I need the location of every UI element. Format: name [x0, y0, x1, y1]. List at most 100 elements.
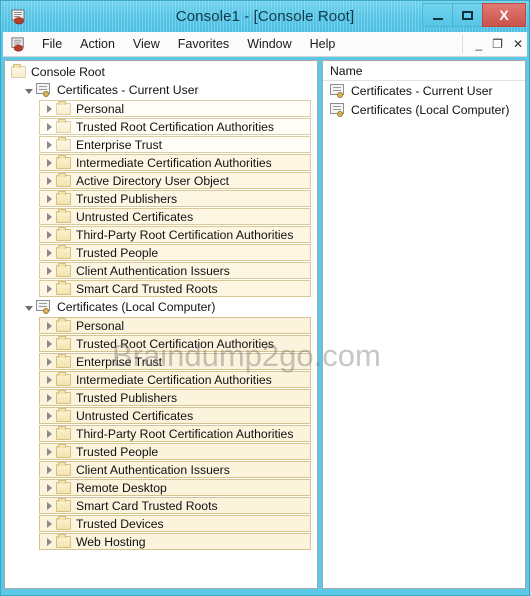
expand-arrow-icon[interactable]: [42, 266, 56, 275]
expand-arrow-icon[interactable]: [42, 248, 56, 257]
tree-item[interactable]: Web Hosting: [39, 533, 311, 550]
tree-item[interactable]: Trusted People: [39, 244, 311, 261]
mdi-close-button[interactable]: ✕: [513, 38, 523, 50]
tree-item[interactable]: Personal: [39, 100, 311, 117]
tree-item-label: Web Hosting: [76, 534, 146, 549]
tree-item[interactable]: Intermediate Certification Authorities: [39, 154, 311, 171]
collapse-arrow-icon[interactable]: [22, 88, 36, 94]
expand-arrow-icon[interactable]: [42, 429, 56, 438]
tree-item[interactable]: Active Directory User Object: [39, 172, 311, 189]
tree-item-label: Personal: [76, 318, 125, 333]
menu-item-window[interactable]: Window: [238, 34, 300, 54]
folder-icon: [56, 515, 71, 530]
folder-icon: [56, 425, 71, 440]
minimize-button[interactable]: [422, 3, 453, 27]
menu-item-view[interactable]: View: [124, 34, 169, 54]
tree-item[interactable]: Intermediate Certification Authorities: [39, 371, 311, 388]
tree-item-label: Untrusted Certificates: [76, 209, 194, 224]
expand-arrow-icon[interactable]: [42, 230, 56, 239]
mmc-console-icon: [11, 9, 25, 24]
expand-arrow-icon[interactable]: [42, 339, 56, 348]
triangle-down-icon: [25, 305, 33, 311]
tree-item-console-root[interactable]: Console Root: [5, 63, 317, 81]
triangle-right-icon: [46, 266, 52, 275]
tree-item[interactable]: Smart Card Trusted Roots: [39, 280, 311, 297]
tree-item-label: Smart Card Trusted Roots: [76, 281, 218, 296]
expand-arrow-icon[interactable]: [42, 483, 56, 492]
close-icon: X: [499, 7, 509, 23]
menu-item-action[interactable]: Action: [71, 34, 124, 54]
tree-item[interactable]: Trusted Publishers: [39, 190, 311, 207]
result-pane: Name Certificates - Current User Certific…: [322, 60, 526, 589]
tree-item-label: Smart Card Trusted Roots: [76, 498, 218, 513]
expand-arrow-icon[interactable]: [42, 519, 56, 528]
tree-item-group-1[interactable]: Certificates (Local Computer): [5, 298, 317, 316]
tree-item-label: Trusted Root Certification Authorities: [76, 336, 275, 351]
expand-arrow-icon[interactable]: [42, 393, 56, 402]
tree-item[interactable]: Untrusted Certificates: [39, 208, 311, 225]
expand-arrow-icon[interactable]: [42, 501, 56, 510]
expand-arrow-icon[interactable]: [42, 357, 56, 366]
tree-item[interactable]: Client Authentication Issuers: [39, 262, 311, 279]
mdi-minimize-button[interactable]: _: [475, 38, 482, 50]
collapse-arrow-icon[interactable]: [22, 305, 36, 311]
tree-item[interactable]: Trusted People: [39, 443, 311, 460]
triangle-right-icon: [46, 158, 52, 167]
menu-item-favorites[interactable]: Favorites: [169, 34, 238, 54]
expand-arrow-icon[interactable]: [42, 176, 56, 185]
menu-item-help[interactable]: Help: [301, 34, 345, 54]
folder-icon: [56, 389, 71, 404]
expand-arrow-icon[interactable]: [42, 122, 56, 131]
triangle-right-icon: [46, 212, 52, 221]
tree-item-label: Trusted Devices: [76, 516, 164, 531]
expand-arrow-icon[interactable]: [42, 447, 56, 456]
expand-arrow-icon[interactable]: [42, 465, 56, 474]
folder-icon: [56, 172, 71, 187]
expand-arrow-icon[interactable]: [42, 212, 56, 221]
tree-item[interactable]: Trusted Root Certification Authorities: [39, 118, 311, 135]
expand-arrow-icon[interactable]: [42, 104, 56, 113]
tree-item-label: Third-Party Root Certification Authoriti…: [76, 426, 294, 441]
triangle-right-icon: [46, 483, 52, 492]
tree-item-label: Trusted People: [76, 245, 159, 260]
expand-arrow-icon[interactable]: [42, 194, 56, 203]
tree-item[interactable]: Client Authentication Issuers: [39, 461, 311, 478]
folder-icon: [56, 371, 71, 386]
expand-arrow-icon[interactable]: [42, 158, 56, 167]
tree-item-group-0[interactable]: Certificates - Current User: [5, 81, 317, 99]
tree-item[interactable]: Trusted Root Certification Authorities: [39, 335, 311, 352]
tree-item[interactable]: Trusted Devices: [39, 515, 311, 532]
menu-item-file[interactable]: File: [33, 34, 71, 54]
result-list-item[interactable]: Certificates - Current User: [323, 81, 525, 100]
tree-item[interactable]: Third-Party Root Certification Authoriti…: [39, 425, 311, 442]
result-list-item[interactable]: Certificates (Local Computer): [323, 100, 525, 119]
triangle-right-icon: [46, 104, 52, 113]
expand-arrow-icon[interactable]: [42, 284, 56, 293]
tree-item[interactable]: Trusted Publishers: [39, 389, 311, 406]
tree-item[interactable]: Remote Desktop: [39, 479, 311, 496]
tree-item[interactable]: Untrusted Certificates: [39, 407, 311, 424]
tree-item[interactable]: Enterprise Trust: [39, 353, 311, 370]
triangle-right-icon: [46, 194, 52, 203]
tree-item-label: Enterprise Trust: [76, 354, 163, 369]
maximize-button[interactable]: [452, 3, 483, 27]
tree-item[interactable]: Enterprise Trust: [39, 136, 311, 153]
expand-arrow-icon[interactable]: [42, 321, 56, 330]
close-button[interactable]: X: [482, 3, 526, 27]
triangle-down-icon: [25, 88, 33, 94]
column-header-name[interactable]: Name: [323, 61, 525, 81]
expand-arrow-icon[interactable]: [42, 411, 56, 420]
tree-item[interactable]: Third-Party Root Certification Authoriti…: [39, 226, 311, 243]
expand-arrow-icon[interactable]: [42, 537, 56, 546]
expand-arrow-icon[interactable]: [42, 140, 56, 149]
tree-item-label: Client Authentication Issuers: [76, 462, 230, 477]
expand-arrow-icon[interactable]: [42, 375, 56, 384]
caption-buttons: X: [422, 3, 526, 27]
tree-item[interactable]: Smart Card Trusted Roots: [39, 497, 311, 514]
mdi-child-buttons: _ ❐ ✕: [462, 35, 523, 53]
folder-icon: [56, 443, 71, 458]
mdi-restore-button[interactable]: ❐: [492, 38, 503, 50]
tree-item[interactable]: Personal: [39, 317, 311, 334]
folder-icon: [56, 533, 71, 548]
triangle-right-icon: [46, 537, 52, 546]
